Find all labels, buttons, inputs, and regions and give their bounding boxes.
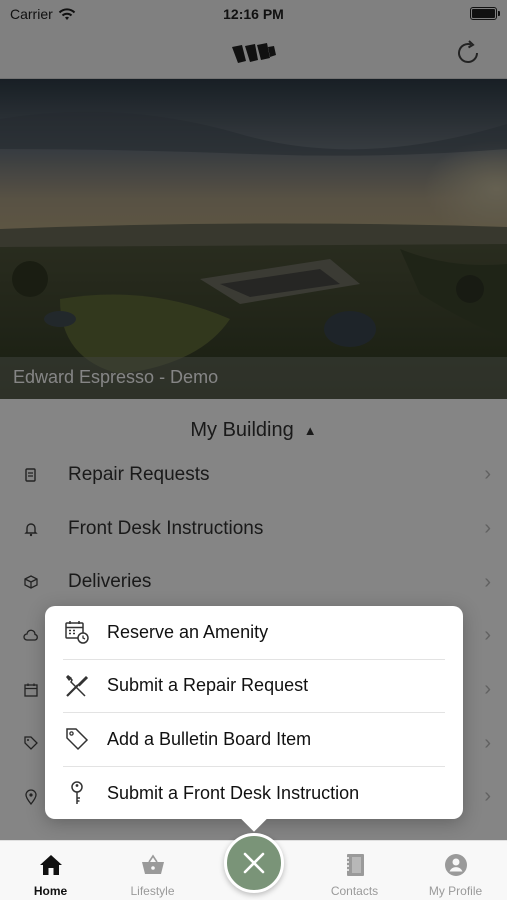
tab-label: Home xyxy=(33,884,68,898)
tab-label: Contacts xyxy=(330,884,379,898)
home-icon xyxy=(38,853,64,877)
submit-front-desk-action[interactable]: Submit a Front Desk Instruction xyxy=(63,767,445,821)
tab-label: Lifestyle xyxy=(130,884,175,898)
close-icon xyxy=(243,852,265,874)
quick-actions-popup: Reserve an Amenity Submit a Repair Reque… xyxy=(45,606,463,819)
calendar-clock-icon xyxy=(63,618,91,646)
action-label: Submit a Repair Request xyxy=(107,675,309,696)
tab-home[interactable]: Home xyxy=(0,841,101,900)
tools-icon xyxy=(63,672,91,700)
tab-contacts[interactable]: Contacts xyxy=(304,841,405,900)
key-icon xyxy=(63,779,91,807)
action-label: Submit a Front Desk Instruction xyxy=(107,782,360,803)
tag-icon xyxy=(63,725,91,753)
action-label: Add a Bulletin Board Item xyxy=(107,728,312,749)
tab-label: My Profile xyxy=(428,884,483,898)
reserve-amenity-action[interactable]: Reserve an Amenity xyxy=(63,606,445,660)
basket-icon xyxy=(140,853,166,877)
submit-repair-action[interactable]: Submit a Repair Request xyxy=(63,660,445,713)
profile-icon xyxy=(443,853,469,877)
tab-my-profile[interactable]: My Profile xyxy=(405,841,506,900)
action-label: Reserve an Amenity xyxy=(107,621,269,642)
contacts-book-icon xyxy=(342,853,368,877)
add-bulletin-action[interactable]: Add a Bulletin Board Item xyxy=(63,713,445,767)
tab-lifestyle[interactable]: Lifestyle xyxy=(102,841,203,900)
close-actions-button[interactable] xyxy=(224,833,284,893)
